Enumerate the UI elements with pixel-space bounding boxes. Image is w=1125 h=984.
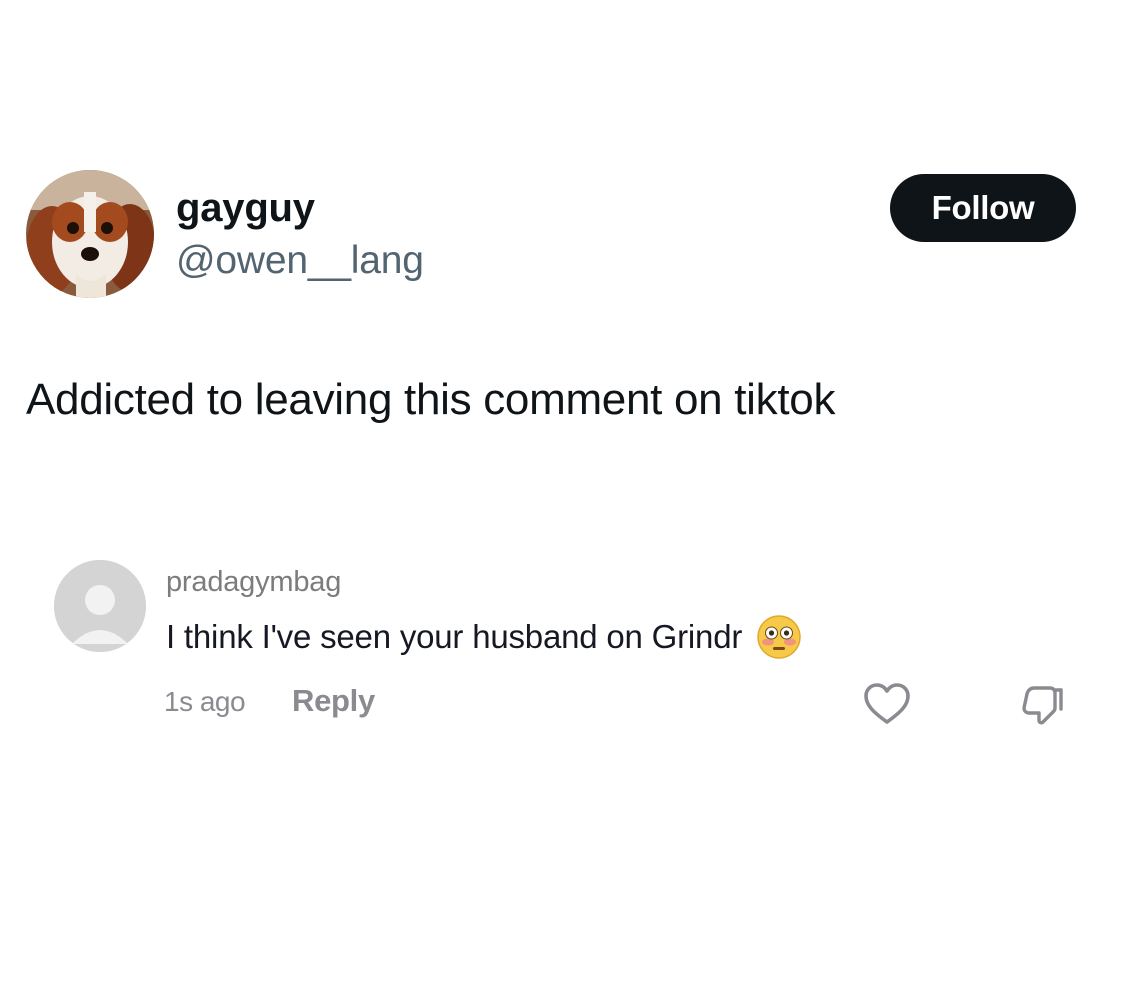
comment-timestamp: 1s ago bbox=[164, 686, 246, 717]
comment-avatar[interactable] bbox=[54, 560, 146, 652]
comment-username[interactable]: pradagymbag bbox=[166, 562, 341, 602]
avatar[interactable] bbox=[26, 170, 154, 298]
cavalier-spaniel-avatar-icon bbox=[26, 170, 154, 298]
comment-text: I think I've seen your husband on Grindr bbox=[166, 618, 743, 655]
heart-outline-icon[interactable] bbox=[862, 681, 912, 727]
display-name[interactable]: gayguy bbox=[176, 184, 315, 232]
reply-button[interactable]: Reply bbox=[292, 680, 375, 722]
user-handle[interactable]: @owen__lang bbox=[176, 237, 424, 285]
thumbs-down-icon[interactable] bbox=[1016, 680, 1064, 728]
tweet-text: Addicted to leaving this comment on tikt… bbox=[26, 375, 836, 424]
follow-button[interactable]: Follow bbox=[890, 174, 1076, 242]
flushed-face-icon bbox=[756, 614, 802, 660]
comment-text-row: I think I've seen your husband on Grindr bbox=[166, 614, 802, 660]
default-user-icon bbox=[54, 560, 146, 652]
